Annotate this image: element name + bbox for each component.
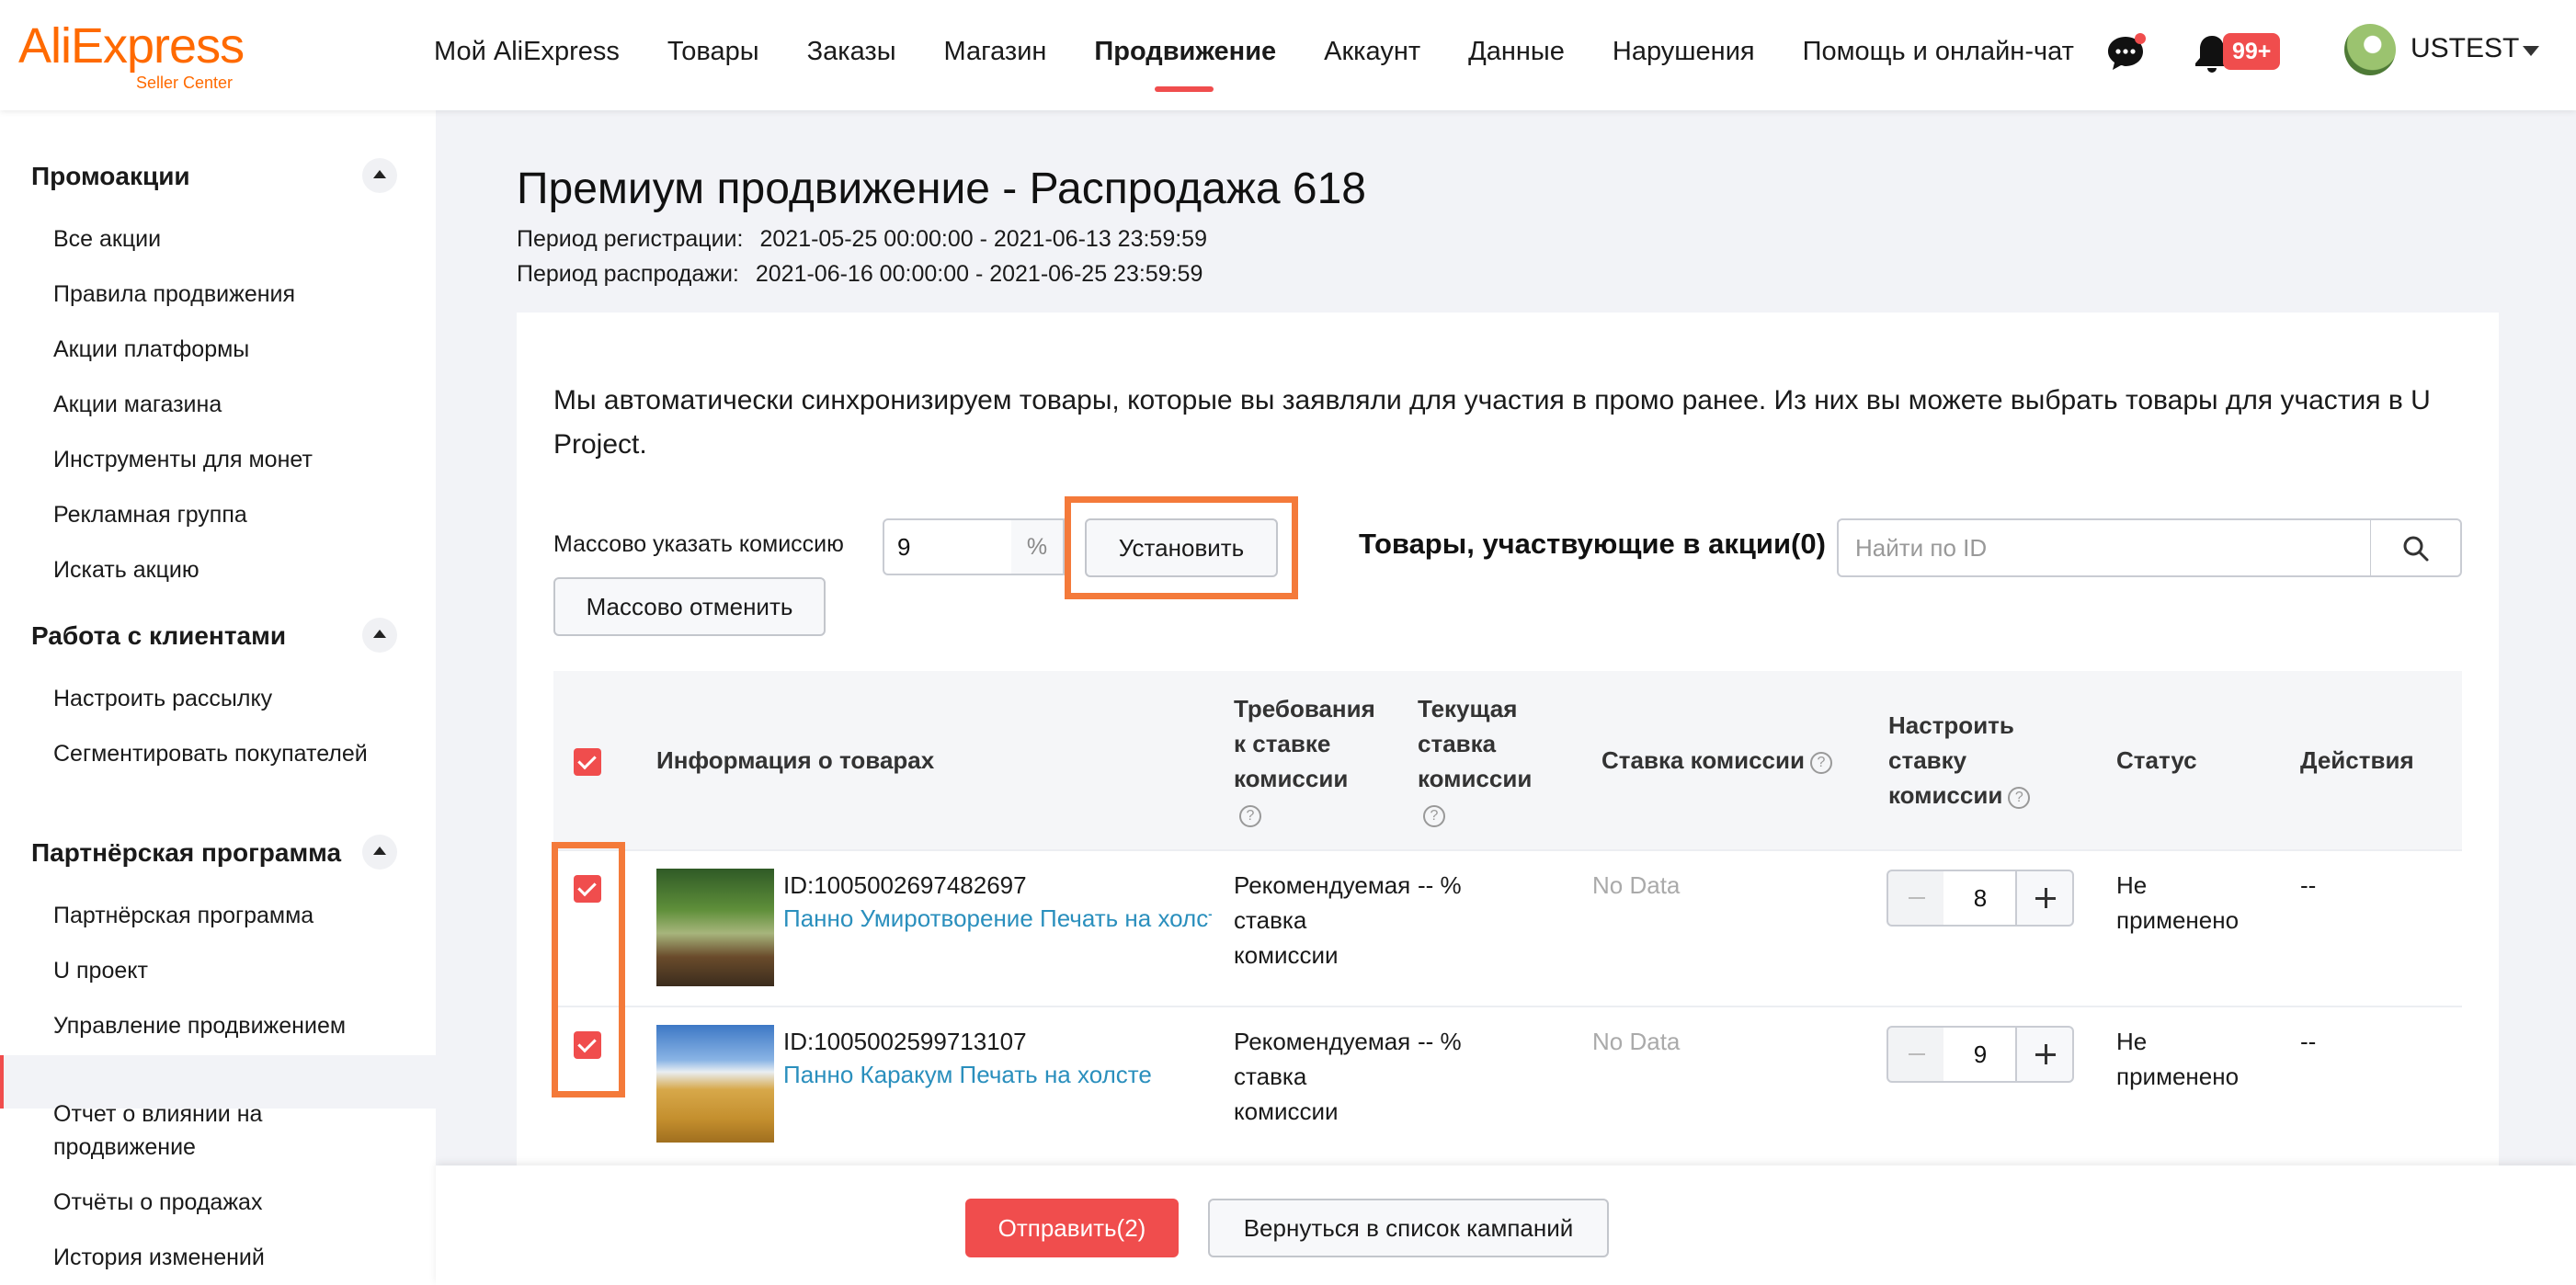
sale-period: Период распродажи: 2021-06-16 00:00:00 - … bbox=[517, 261, 1203, 288]
help-icon[interactable]: ? bbox=[1423, 805, 1445, 827]
sidebar-item-all-promos[interactable]: Все акции bbox=[53, 222, 403, 256]
help-icon[interactable]: ? bbox=[1809, 752, 1832, 774]
registration-period-value: 2021-05-25 00:00:00 - 2021-06-13 23:59:5… bbox=[759, 226, 1207, 252]
sidebar-item-coin-tools[interactable]: Инструменты для монет bbox=[53, 443, 403, 476]
decrement-button[interactable] bbox=[1886, 1026, 1945, 1083]
requirement-value: Рекомендуемая ставка комиссии bbox=[1234, 871, 1411, 969]
current-rate-value: -- % bbox=[1418, 1028, 1462, 1055]
col-adjust-rate: Настроить ставку комиссии? bbox=[1888, 708, 2072, 813]
sidebar-item-promo-management[interactable]: Управление продвижением bbox=[53, 1009, 403, 1042]
user-name[interactable]: USTEST bbox=[2411, 33, 2519, 64]
product-name-link[interactable]: Панно Каракум Печать на холсте bbox=[783, 1061, 1212, 1089]
sidebar-item-affiliate-program[interactable]: Партнёрская программа bbox=[53, 899, 403, 932]
bulk-commission-label: Массово указать комиссию bbox=[553, 531, 844, 557]
col-actions: Действия bbox=[2300, 746, 2414, 774]
increment-button[interactable] bbox=[2015, 1026, 2074, 1083]
current-rate-value: -- % bbox=[1418, 871, 1462, 899]
collapse-icon[interactable] bbox=[362, 835, 397, 870]
col-current-rate-label: Текущая ставка комиссии bbox=[1418, 695, 1533, 792]
status-value: Не применено bbox=[2116, 1028, 2240, 1090]
nav-violations[interactable]: Нарушения bbox=[1613, 0, 1755, 110]
chevron-down-icon[interactable] bbox=[2523, 46, 2539, 56]
nav-my-aliexpress[interactable]: Мой AliExpress bbox=[434, 0, 620, 110]
sidebar-item-mailing[interactable]: Настроить рассылку bbox=[53, 682, 403, 715]
sidebar-item-search-promo[interactable]: Искать акцию bbox=[53, 553, 403, 586]
product-id: ID:1005002697482697 bbox=[783, 871, 1027, 899]
aliexpress-logo[interactable]: AliExpress Seller Center bbox=[18, 20, 245, 92]
back-to-campaigns-button[interactable]: Вернуться в список кампаний bbox=[1208, 1199, 1609, 1257]
actions-value: -- bbox=[2300, 871, 2317, 899]
search-input[interactable]: Найти по ID bbox=[1837, 518, 2372, 577]
top-header: AliExpress Seller Center Мой AliExpress … bbox=[0, 0, 2576, 110]
product-id: ID:1005002599713107 bbox=[783, 1028, 1027, 1055]
product-thumbnail[interactable] bbox=[656, 869, 774, 986]
col-commission-rate: Ставка комиссии? bbox=[1601, 743, 1868, 778]
adjust-rate-input[interactable]: 9 bbox=[1943, 1026, 2017, 1083]
nav-help-chat[interactable]: Помощь и онлайн-чат bbox=[1803, 0, 2074, 110]
help-icon[interactable]: ? bbox=[1239, 805, 1261, 827]
bulk-cancel-button[interactable]: Массово отменить bbox=[553, 577, 826, 636]
submit-button[interactable]: Отправить(2) bbox=[965, 1199, 1179, 1257]
nav-store[interactable]: Магазин bbox=[944, 0, 1047, 110]
commission-rate-value: No Data bbox=[1592, 871, 1681, 899]
select-all-checkbox[interactable] bbox=[574, 748, 601, 776]
increment-button[interactable] bbox=[2015, 870, 2074, 927]
row-divider bbox=[553, 849, 2462, 851]
sidebar-group-promotions[interactable]: Промоакции bbox=[31, 162, 190, 191]
sale-period-value: 2021-06-16 00:00:00 - 2021-06-25 23:59:5… bbox=[755, 261, 1203, 287]
notification-count-badge: 99+ bbox=[2223, 33, 2281, 70]
registration-period: Период регистрации: 2021-05-25 00:00:00 -… bbox=[517, 226, 1207, 253]
requirement-value: Рекомендуемая ставка комиссии bbox=[1234, 1028, 1411, 1125]
nav-products[interactable]: Товары bbox=[667, 0, 759, 110]
avatar[interactable] bbox=[2344, 24, 2396, 75]
page-title: Премиум продвижение - Распродажа 618 bbox=[517, 165, 1366, 213]
sidebar-item-platform-promos[interactable]: Акции платформы bbox=[53, 333, 403, 366]
actions-value: -- bbox=[2300, 1028, 2317, 1055]
sidebar-item-impact-report[interactable]: Отчет о влиянии на продвижение bbox=[53, 1097, 403, 1164]
col-requirement: Требования к ставке комиссии ? bbox=[1234, 691, 1381, 831]
highlight-box bbox=[1065, 496, 1298, 599]
sidebar-item-change-history[interactable]: История изменений bbox=[53, 1241, 403, 1274]
sale-period-label: Период распродажи: bbox=[517, 261, 739, 287]
search-icon bbox=[2403, 536, 2429, 562]
sidebar-item-ad-group[interactable]: Рекламная группа bbox=[53, 498, 403, 531]
product-thumbnail[interactable] bbox=[656, 1025, 774, 1143]
participating-products-title: Товары, участвующие в акции(0) bbox=[1359, 528, 1826, 560]
product-name-link[interactable]: Панно Умиротворение Печать на холсте bbox=[783, 904, 1212, 933]
col-status: Статус bbox=[2116, 746, 2197, 774]
highlight-box bbox=[552, 842, 625, 1097]
nav-promotion[interactable]: Продвижение bbox=[1094, 0, 1276, 110]
status-value: Не применено bbox=[2116, 871, 2240, 934]
sidebar: Промоакции Все акции Правила продвижения… bbox=[0, 110, 436, 1285]
sidebar-group-affiliate[interactable]: Партнёрская программа bbox=[31, 838, 341, 868]
registration-period-label: Период регистрации: bbox=[517, 226, 744, 252]
adjust-rate-input[interactable]: 8 bbox=[1943, 870, 2017, 927]
col-adjust-rate-label: Настроить ставку комиссии bbox=[1888, 711, 2014, 809]
help-icon[interactable]: ? bbox=[2008, 787, 2031, 809]
sidebar-item-sales-reports[interactable]: Отчёты о продажах bbox=[53, 1186, 403, 1219]
sidebar-item-u-project[interactable]: U проект bbox=[53, 954, 403, 987]
sidebar-item-promo-rules[interactable]: Правила продвижения bbox=[53, 278, 403, 311]
sidebar-item-store-promos[interactable]: Акции магазина bbox=[53, 388, 403, 421]
nav-data[interactable]: Данные bbox=[1468, 0, 1565, 110]
chat-bubble-icon[interactable] bbox=[2103, 31, 2148, 75]
collapse-icon[interactable] bbox=[362, 618, 397, 653]
col-commission-rate-label: Ставка комиссии bbox=[1601, 746, 1805, 774]
decrement-button[interactable] bbox=[1886, 870, 1945, 927]
col-current-rate: Текущая ставка комиссии ? bbox=[1418, 691, 1556, 831]
nav-account[interactable]: Аккаунт bbox=[1324, 0, 1420, 110]
sidebar-item-segment-buyers[interactable]: Сегментировать покупателей bbox=[53, 737, 403, 770]
search-button[interactable] bbox=[2370, 518, 2462, 577]
bulk-commission-input[interactable]: 9 bbox=[883, 518, 1013, 575]
intro-text: Мы автоматически синхронизируем товары, … bbox=[553, 385, 2431, 460]
nav-orders[interactable]: Заказы bbox=[807, 0, 896, 110]
collapse-icon[interactable] bbox=[362, 158, 397, 193]
sidebar-group-customers[interactable]: Работа с клиентами bbox=[31, 621, 286, 651]
col-requirement-label: Требования к ставке комиссии bbox=[1234, 695, 1375, 792]
percent-suffix: % bbox=[1011, 518, 1065, 575]
main-nav: Мой AliExpress Товары Заказы Магазин Про… bbox=[434, 0, 2122, 110]
col-product-info: Информация о товарах bbox=[656, 746, 935, 774]
commission-rate-value: No Data bbox=[1592, 1028, 1681, 1055]
row-divider bbox=[553, 1006, 2462, 1007]
